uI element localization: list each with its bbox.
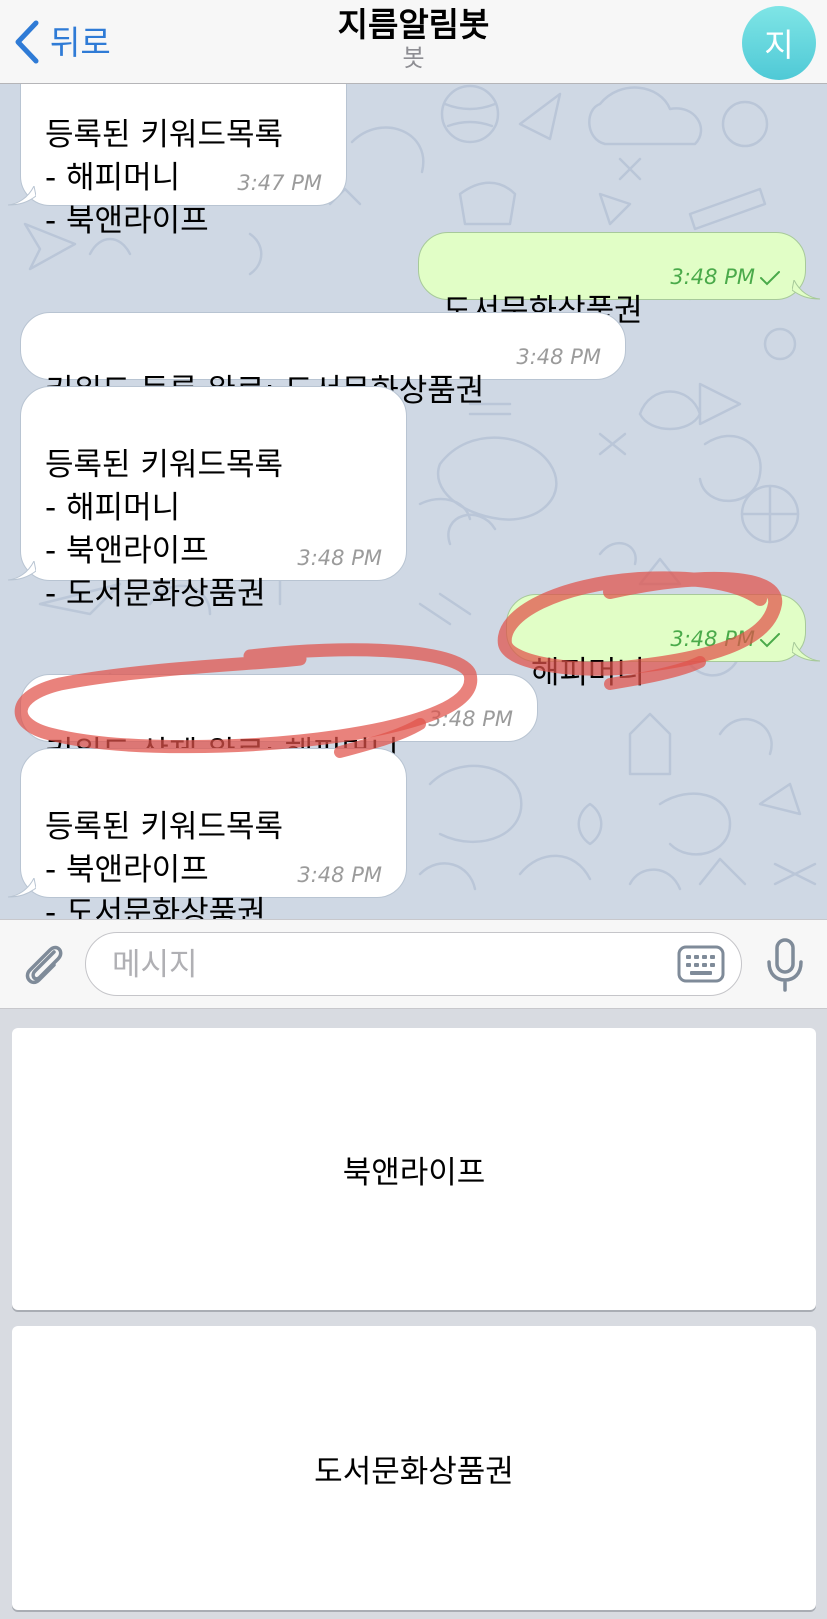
message-bubble-outgoing[interactable]: 해피머니 3:48 PM (506, 594, 806, 691)
chat-title-block[interactable]: 지름알림봇 봇 (0, 4, 827, 72)
microphone-icon[interactable] (765, 938, 805, 992)
message-bubble-incoming[interactable]: 등록된 키워드목록 - 해피머니 - 북앤라이프 - 도서문화상품권 3:48 … (20, 386, 407, 612)
message-bubble-incoming[interactable]: 키워드 삭제 완료: 해피머니 3:48 PM (20, 674, 538, 771)
checkmark-icon (760, 633, 780, 648)
message-text: 해피머니 (531, 655, 646, 691)
message-time: 3:48 PM (428, 707, 513, 731)
message-bubble-incoming[interactable]: 등록된 키워드목록 - 해피머니 - 북앤라이프 3:47 PM (20, 84, 347, 239)
message-text: 등록된 키워드목록 - 해피머니 - 북앤라이프 - 도서문화상품권 (45, 447, 284, 612)
keyboard-button-booknlife[interactable]: 북앤라이프 (12, 1028, 816, 1310)
message-time: 3:48 PM (297, 863, 382, 887)
message-time: 3:48 PM (670, 241, 781, 289)
avatar[interactable]: 지 (742, 6, 816, 80)
checkmark-icon (760, 271, 780, 286)
message-field[interactable] (85, 932, 742, 997)
keyboard-icon[interactable] (677, 945, 725, 983)
chat-area[interactable]: 등록된 키워드목록 - 해피머니 - 북앤라이프 3:47 PM 도서문화상품권… (0, 84, 827, 919)
message-time: 3:48 PM (670, 603, 781, 651)
bot-keyboard: 북앤라이프 도서문화상품권 (0, 1009, 827, 1619)
message-input-bar (0, 919, 827, 1009)
paperclip-icon[interactable] (20, 938, 68, 990)
chat-subtitle: 봇 (402, 44, 425, 72)
bubble-tail (7, 561, 36, 581)
chat-title: 지름알림봇 (337, 5, 490, 44)
message-bubble-incoming[interactable]: 등록된 키워드목록 - 북앤라이프 - 도서문화상품권 3:48 PM (20, 748, 407, 919)
message-bubble-incoming[interactable]: 키워드 등록 완료: 도서문화상품권 3:48 PM (20, 312, 626, 409)
message-bubble-outgoing[interactable]: 도서문화상품권 3:48 PM (418, 232, 806, 329)
chat-header: 뒤로 지름알림봇 봇 지 (0, 0, 827, 84)
message-input[interactable] (110, 933, 654, 997)
bubble-tail (792, 642, 821, 662)
bubble-tail (792, 280, 821, 300)
keyboard-button-book-culture-voucher[interactable]: 도서문화상품권 (12, 1326, 816, 1610)
bubble-tail (7, 878, 36, 898)
message-time: 3:48 PM (297, 546, 382, 570)
message-time: 3:47 PM (237, 171, 322, 195)
bubble-tail (7, 186, 36, 206)
message-time: 3:48 PM (516, 345, 601, 369)
